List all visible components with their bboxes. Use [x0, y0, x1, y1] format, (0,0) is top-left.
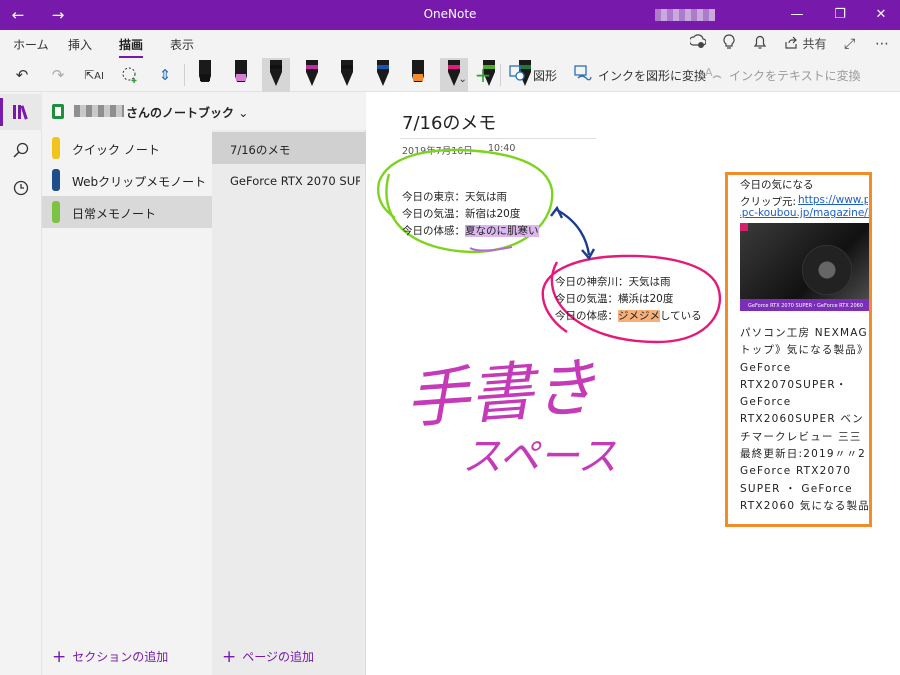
add-pen-icon[interactable]: +	[469, 61, 497, 89]
arrow-head-top	[550, 205, 564, 219]
bell-icon[interactable]	[753, 34, 767, 54]
notebook-selector[interactable]: さんのノートブック ⌄	[42, 92, 366, 130]
section-label: Webクリップメモノート	[72, 175, 207, 189]
section-list: クイック ノート Webクリップメモノート 日常メモノート	[42, 130, 212, 675]
section-quick-notes[interactable]: クイック ノート	[42, 132, 212, 164]
svg-text:A: A	[705, 66, 713, 79]
sync-status-icon[interactable]	[688, 34, 707, 54]
maximize-button[interactable]: ❐	[830, 4, 850, 26]
note1-line3[interactable]: 今日の体感：夏なのに肌寒い	[402, 223, 539, 240]
title-bar: ← → OneNote — ❐ ✕	[0, 0, 900, 30]
section-color-tab	[52, 201, 60, 223]
tab-insert[interactable]: 挿入	[68, 36, 92, 53]
add-page-button[interactable]: + ページの追加	[222, 647, 314, 667]
notebook-icon	[52, 104, 64, 119]
black-pen-2-icon[interactable]	[333, 58, 361, 92]
page-item-7-16-memo[interactable]: 7/16のメモ	[212, 132, 366, 164]
tab-home[interactable]: ホーム	[13, 36, 49, 53]
redo-icon[interactable]: ↷	[44, 61, 72, 89]
clip-heading: 今日の気になる	[740, 179, 814, 191]
clip-image-caption: GeForce RTX 2070 SUPER・GeForce RTX 2060	[748, 303, 864, 309]
page-label: GeForce RTX 2070 SUP...	[230, 174, 360, 188]
purple-pen-icon[interactable]	[298, 58, 326, 92]
ink-to-shape-icon[interactable]	[574, 65, 592, 85]
section-color-tab	[52, 137, 60, 159]
tab-view[interactable]: 表示	[170, 36, 194, 53]
magenta-pen-icon[interactable]: ⌄	[439, 58, 468, 92]
plus-icon: +	[52, 647, 67, 667]
close-button[interactable]: ✕	[871, 4, 891, 26]
blue-pen-icon[interactable]	[369, 58, 397, 92]
web-clip-container[interactable]: 今日の気になる クリップ元: https://www.pc-koubou.jp/…	[725, 172, 872, 527]
section-web-clip[interactable]: Webクリップメモノート	[42, 164, 212, 196]
owner-name-blurred	[74, 105, 124, 117]
purple-underline-ink	[469, 246, 513, 252]
notebook-name: さんのノートブック ⌄	[126, 106, 249, 120]
undo-icon[interactable]: ↶	[8, 61, 36, 89]
orange-highlighter-icon[interactable]	[404, 58, 432, 92]
type-select-icon[interactable]: ⇱AI	[80, 61, 108, 89]
shapes-button[interactable]: 図形	[533, 67, 557, 84]
clip-url-link[interactable]: https://www.pc-koubou.jp/magazine/23093	[798, 194, 868, 206]
share-label: 共有	[802, 37, 827, 51]
ink-to-text-icon[interactable]: A	[705, 65, 723, 85]
section-color-tab	[52, 169, 60, 191]
more-options-icon[interactable]: ⋯	[875, 34, 889, 54]
section-label: 日常メモノート	[72, 207, 157, 221]
nav-rail	[0, 92, 42, 675]
user-name-blurred[interactable]	[655, 9, 715, 21]
page-canvas[interactable]: 7/16のメモ 2019年7月16日 10:40 手書き スペース 今日の東京：…	[367, 92, 900, 675]
chevron-down-icon: ⌄	[238, 106, 249, 120]
draw-toolbar: ↶ ↷ ⇱AI ⇕ ⌄ + 図形 インクを図形に変換 A インクをテキストに変換	[0, 58, 900, 92]
ink-to-text-button[interactable]: インクをテキストに変換	[729, 67, 861, 84]
black-marker-icon[interactable]	[191, 58, 219, 92]
handwriting-line-1: 手書き	[403, 351, 600, 438]
section-daily-memo[interactable]: 日常メモノート	[42, 196, 212, 228]
note1-line1[interactable]: 今日の東京：天気は雨	[402, 189, 507, 206]
recent-notes-icon[interactable]	[0, 170, 42, 206]
lasso-select-icon[interactable]	[116, 61, 144, 89]
handwriting-line-2: スペース	[462, 434, 617, 480]
note2-line2[interactable]: 今日の気温：横浜は20度	[555, 291, 673, 308]
minimize-button[interactable]: —	[787, 4, 807, 26]
plus-icon: +	[222, 647, 237, 667]
gpu-fan-graphic	[802, 245, 852, 295]
share-button[interactable]: 共有	[784, 34, 826, 54]
add-space-icon[interactable]: ⇕	[151, 61, 179, 89]
shapes-icon[interactable]	[509, 65, 525, 85]
tab-draw[interactable]: 描画	[119, 36, 144, 59]
add-section-button[interactable]: + セクションの追加	[52, 647, 168, 667]
black-pen-icon[interactable]	[262, 58, 290, 92]
note1-highlight: 夏なのに肌寒い	[465, 225, 539, 237]
chevron-down-icon[interactable]: ⌄	[459, 74, 467, 85]
ink-to-shape-button[interactable]: インクを図形に変換	[598, 67, 706, 84]
note2-line1[interactable]: 今日の神奈川：天気は雨	[555, 274, 671, 291]
app-title: OneNote	[423, 7, 477, 21]
note2-highlight: ジメジメ	[618, 310, 660, 322]
note1-line2[interactable]: 今日の気温：新宿は20度	[402, 206, 520, 223]
page-item-geforce[interactable]: GeForce RTX 2070 SUP...	[212, 164, 366, 196]
notebooks-icon[interactable]	[0, 94, 42, 130]
section-label: クイック ノート	[72, 143, 160, 157]
pink-highlighter-icon[interactable]	[227, 58, 255, 92]
note2-line3[interactable]: 今日の体感：ジメジメしている	[555, 308, 702, 325]
lightbulb-icon[interactable]	[722, 34, 736, 54]
fullscreen-icon[interactable]: ⤢	[844, 34, 855, 54]
clip-product-image: GeForce RTX 2070 SUPER・GeForce RTX 2060	[740, 223, 869, 311]
search-icon[interactable]	[0, 132, 42, 168]
page-list: 7/16のメモ GeForce RTX 2070 SUP...	[212, 130, 366, 675]
page-label: 7/16のメモ	[230, 143, 291, 157]
ribbon-tabs: ホーム 挿入 描画 表示 共有 ⤢ ⋯	[0, 30, 900, 59]
clip-url-link-wrap[interactable]: https://www.pc-koubou.jp/magazine/23093	[740, 207, 869, 219]
clip-body-text: パソコン工房 NEXMAG トップ》気になる製品》GeForce RTX2070…	[740, 327, 870, 512]
